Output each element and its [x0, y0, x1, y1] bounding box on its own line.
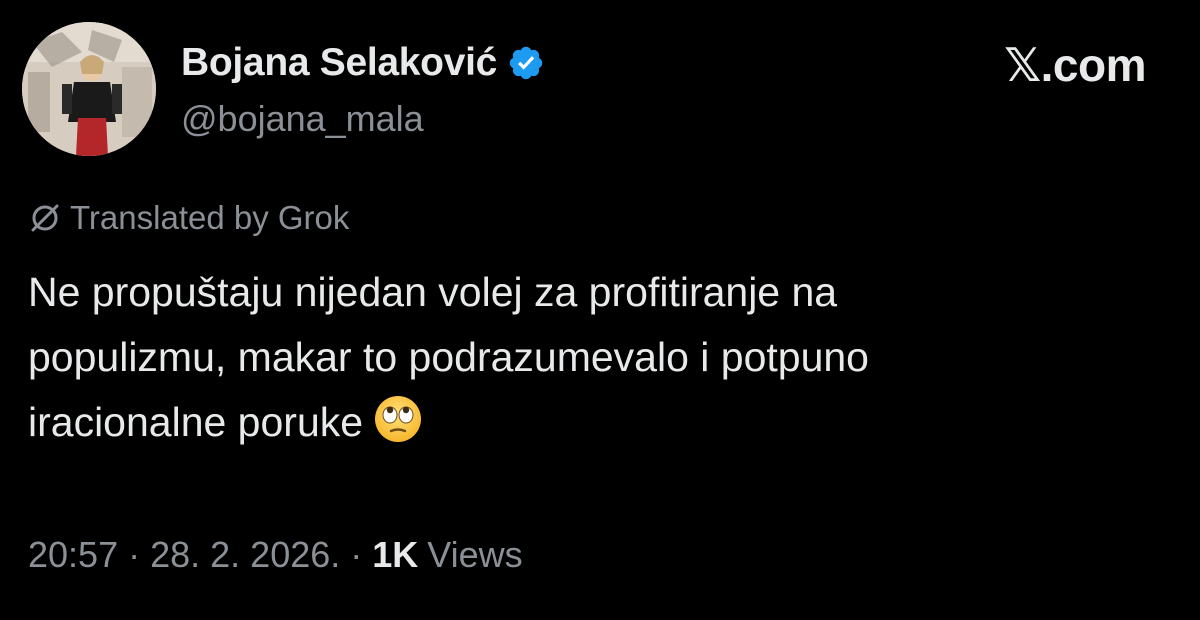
tweet-text-line: iracionalne poruke [28, 390, 1158, 455]
tweet-text-line-content: iracionalne poruke [28, 399, 364, 445]
tweet-text-line: populizmu, makar to podrazumevalo i potp… [28, 334, 869, 380]
x-logo: 𝕏.com [1004, 39, 1146, 91]
translation-note: Translated by Grok [28, 196, 349, 240]
avatar[interactable] [22, 22, 156, 156]
meta-separator: · [350, 534, 363, 575]
views-label: Views [427, 534, 523, 575]
translate-icon [28, 201, 62, 235]
meta-separator: · [128, 534, 141, 575]
author-handle[interactable]: @bojana_mala [181, 98, 424, 140]
views-count[interactable]: 1K [372, 534, 418, 576]
rolling-eyes-emoji-icon [373, 394, 423, 444]
tweet-date[interactable]: 28. 2. 2026. [150, 534, 340, 576]
verified-badge-icon [507, 44, 545, 82]
tweet-text: Ne propuštaju nijedan volej za profitira… [28, 260, 1158, 455]
author-display-name[interactable]: Bojana Selaković [181, 41, 497, 85]
tweet-text-line: Ne propuštaju nijedan volej za profitira… [28, 269, 838, 315]
author-name-row: Bojana Selaković [181, 38, 545, 88]
translation-note-label: Translated by Grok [70, 199, 350, 236]
tweet-meta: 20:57 · 28. 2. 2026. · 1K Views [28, 530, 523, 580]
tweet-time[interactable]: 20:57 [28, 534, 118, 576]
tweet-card: Bojana Selaković @bojana_mala 𝕏.com Tran… [0, 0, 1200, 620]
